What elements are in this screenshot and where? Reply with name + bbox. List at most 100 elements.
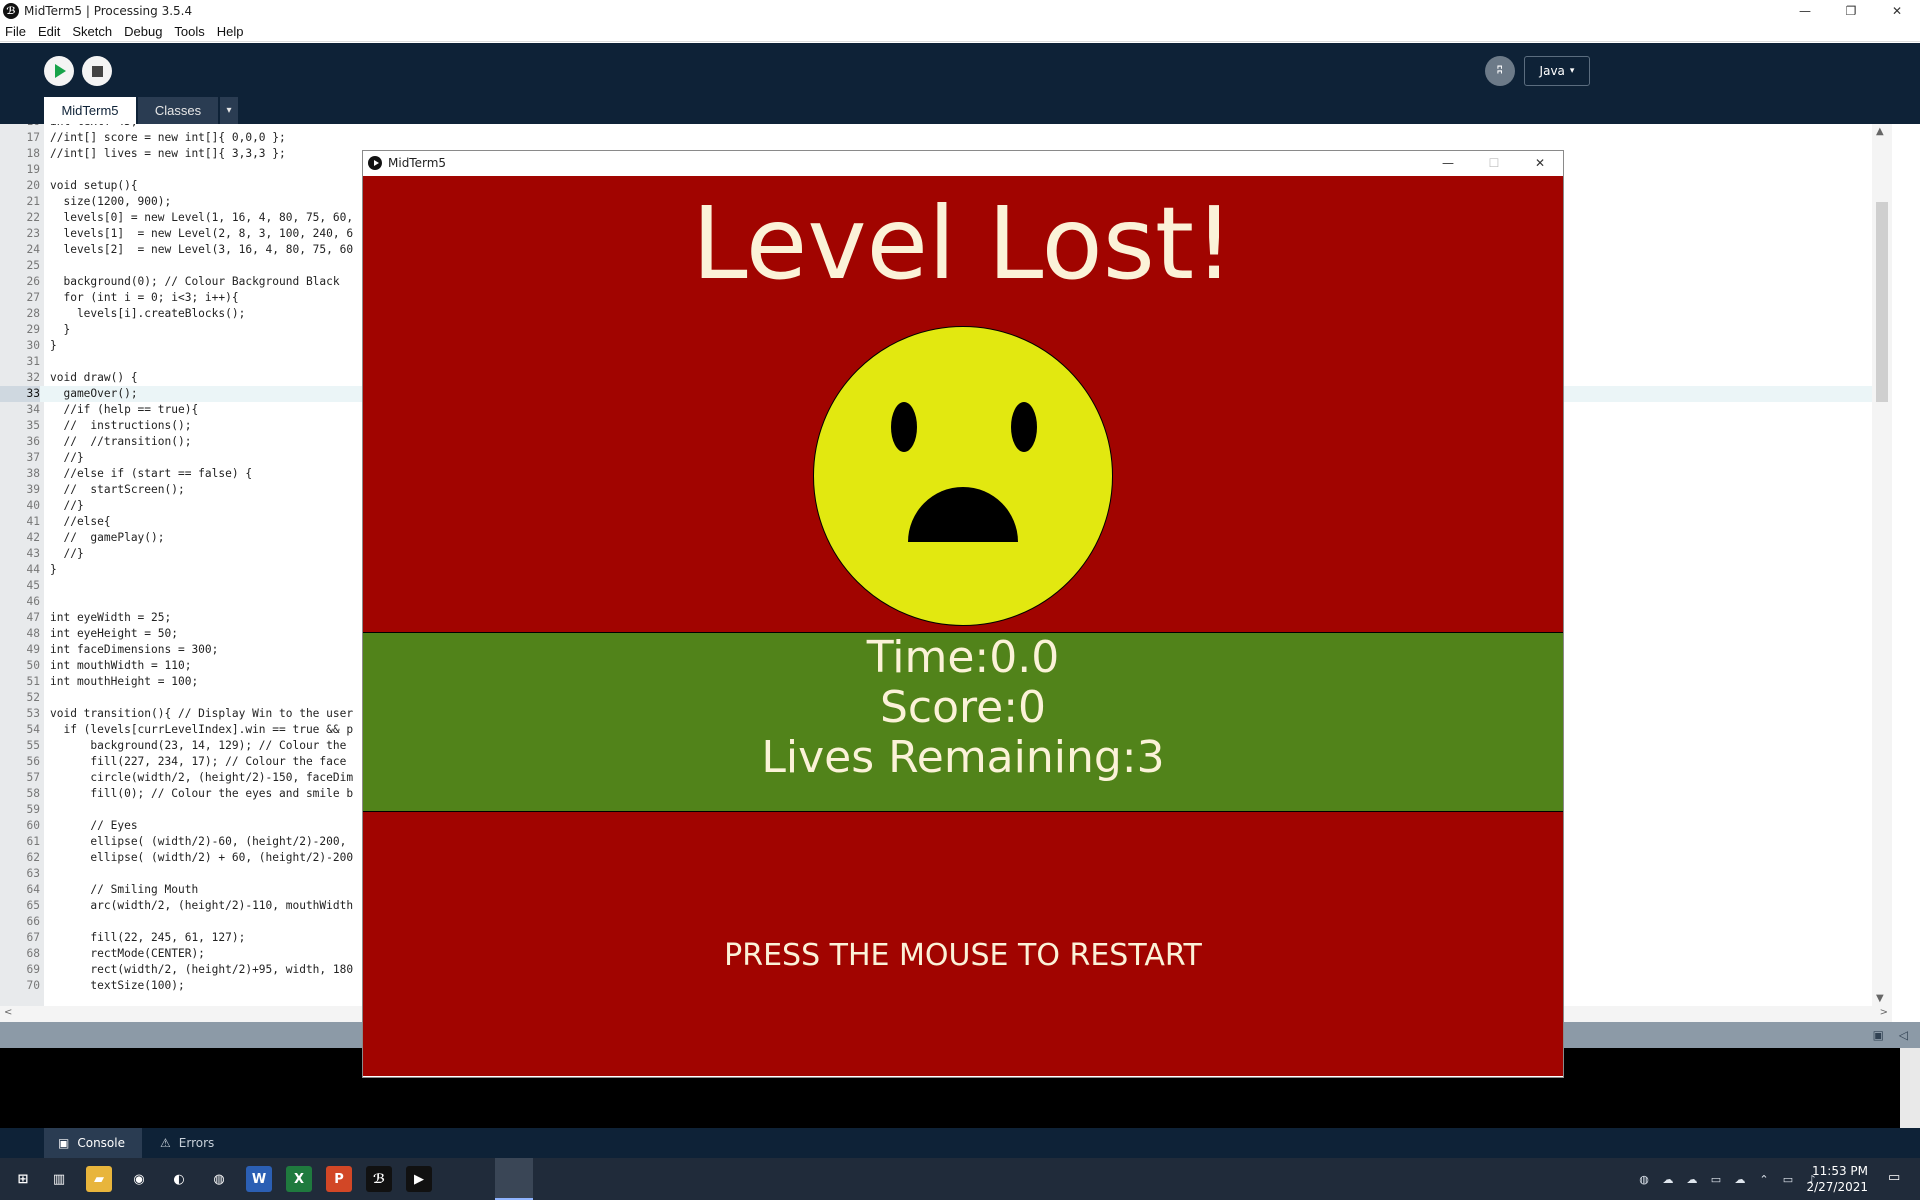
chevron-down-icon: ▾ bbox=[1569, 66, 1575, 76]
menu-edit[interactable]: Edit bbox=[30, 24, 64, 39]
line-number: 28 bbox=[26, 307, 40, 320]
time-text: Time:0.0 bbox=[866, 632, 1060, 683]
console-footer: ▣ Console ⚠ Errors bbox=[0, 1128, 1920, 1158]
line-number: 45 bbox=[26, 579, 40, 592]
line-number: 59 bbox=[26, 803, 40, 816]
frowning-mouth bbox=[908, 487, 1018, 542]
code-text: fill(227, 234, 17); // Colour the face bbox=[50, 755, 347, 768]
sketch-close-button[interactable]: ✕ bbox=[1517, 151, 1563, 175]
line-number: 34 bbox=[26, 403, 40, 416]
sketch-maximize-button[interactable]: ☐ bbox=[1471, 151, 1517, 175]
code-text: for (int i = 0; i<3; i++){ bbox=[50, 291, 239, 304]
editor-vertical-scrollbar[interactable]: ▲ ▼ bbox=[1872, 124, 1892, 1006]
tray-icon[interactable]: ⌃ bbox=[1756, 1171, 1772, 1187]
menu-sketch[interactable]: Sketch bbox=[64, 24, 116, 39]
console-icon: ▣ bbox=[58, 1136, 70, 1150]
scroll-right-icon[interactable]: > bbox=[1880, 1007, 1888, 1018]
run-button[interactable] bbox=[44, 56, 74, 86]
start-icon[interactable]: ⊞ bbox=[10, 1166, 36, 1192]
tab-console[interactable]: ▣ Console bbox=[44, 1128, 142, 1158]
clock-date: 2/27/2021 bbox=[1806, 1180, 1868, 1194]
line-number: 42 bbox=[26, 531, 40, 544]
errors-tab-label: Errors bbox=[178, 1136, 215, 1150]
line-number: 46 bbox=[26, 595, 40, 608]
word-icon[interactable]: W bbox=[246, 1166, 272, 1192]
code-text: void transition(){ // Display Win to the… bbox=[50, 707, 354, 720]
line-number: 65 bbox=[26, 899, 40, 912]
sad-face bbox=[813, 326, 1113, 626]
firefox-icon[interactable]: ◍ bbox=[206, 1166, 232, 1192]
notification-icon[interactable]: ▭ bbox=[1888, 1170, 1906, 1188]
line-number: 22 bbox=[26, 211, 40, 224]
debugger-button[interactable]: ʭ bbox=[1485, 56, 1515, 86]
code-text: ellipse( (width/2)-60, (height/2)-200, bbox=[50, 835, 347, 848]
code-text: levels[i].createBlocks(); bbox=[50, 307, 246, 320]
scroll-down-icon[interactable]: ▼ bbox=[1876, 993, 1884, 1004]
tab-errors[interactable]: ⚠ Errors bbox=[146, 1128, 242, 1158]
console-scrollbar[interactable] bbox=[1900, 1048, 1920, 1128]
line-number: 52 bbox=[26, 691, 40, 704]
tray-icon[interactable]: ☁ bbox=[1684, 1171, 1700, 1187]
processing-icon[interactable]: ℬ bbox=[366, 1166, 392, 1192]
windows-taskbar: ⊞ ▥ ▰ ◉ ◐ ◍ W X P ℬ ▶ ◍ ☁ ☁ ▭ ☁ ⌃ ▭ ♪ 11:53 PM 2/27/2021 … bbox=[0, 1158, 1920, 1200]
restore-button[interactable]: ❐ bbox=[1828, 0, 1874, 22]
tray-icon[interactable]: ◍ bbox=[1636, 1171, 1652, 1187]
line-number: 66 bbox=[26, 915, 40, 928]
file-explorer-icon[interactable]: ▰ bbox=[86, 1166, 112, 1192]
code-text: } bbox=[50, 339, 57, 352]
tray-icon[interactable]: ▭ bbox=[1780, 1171, 1796, 1187]
edge-icon[interactable]: ◐ bbox=[166, 1166, 192, 1192]
collapse-icon[interactable]: ◁ bbox=[1899, 1028, 1908, 1042]
tool-icon[interactable]: ▣ bbox=[1873, 1028, 1884, 1042]
menu-file[interactable]: File bbox=[0, 24, 30, 39]
sketch-titlebar[interactable]: MidTerm5 — ☐ ✕ bbox=[363, 151, 1563, 175]
code-text: int eyeHeight = 50; bbox=[50, 627, 178, 640]
scrollbar-thumb[interactable] bbox=[1876, 202, 1888, 402]
menu-help[interactable]: Help bbox=[209, 24, 248, 39]
chrome-icon[interactable]: ◉ bbox=[126, 1166, 152, 1192]
editor-tabs: MidTerm5 Classes ▾ bbox=[0, 97, 1920, 124]
tray-icon[interactable]: ☁ bbox=[1660, 1171, 1676, 1187]
line-number: 60 bbox=[26, 819, 40, 832]
line-number: 20 bbox=[26, 179, 40, 192]
line-number: 23 bbox=[26, 227, 40, 240]
stop-button[interactable] bbox=[82, 56, 112, 86]
code-text: if (levels[currLevelIndex].win == true &… bbox=[50, 723, 354, 736]
menu-debug[interactable]: Debug bbox=[116, 24, 166, 39]
sketch-app-icon bbox=[368, 156, 382, 170]
scroll-up-icon[interactable]: ▲ bbox=[1876, 126, 1884, 137]
mode-selector[interactable]: Java ▾ bbox=[1524, 56, 1590, 86]
sketch-minimize-button[interactable]: — bbox=[1425, 151, 1471, 175]
line-number: 35 bbox=[26, 419, 40, 432]
line-number: 40 bbox=[26, 499, 40, 512]
line-number: 48 bbox=[26, 627, 40, 640]
code-text: int mouthWidth = 110; bbox=[50, 659, 192, 672]
close-button[interactable]: ✕ bbox=[1874, 0, 1920, 22]
line-number: 67 bbox=[26, 931, 40, 944]
tray-icon[interactable]: ▭ bbox=[1708, 1171, 1724, 1187]
code-text: textSize(100); bbox=[50, 979, 185, 992]
tab-classes[interactable]: Classes bbox=[138, 97, 218, 124]
minimize-button[interactable]: — bbox=[1782, 0, 1828, 22]
line-number: 33 bbox=[0, 386, 40, 402]
tab-menu-button[interactable]: ▾ bbox=[220, 97, 238, 124]
scroll-left-icon[interactable]: < bbox=[4, 1007, 12, 1018]
code-text: // Eyes bbox=[50, 819, 138, 832]
taskbar-clock[interactable]: 11:53 PM 2/27/2021 bbox=[1800, 1163, 1868, 1195]
excel-icon[interactable]: X bbox=[286, 1166, 312, 1192]
line-number: 58 bbox=[26, 787, 40, 800]
sketch-window[interactable]: MidTerm5 — ☐ ✕ Level Lost! Time:0.0 Scor… bbox=[362, 150, 1564, 1078]
menu-tools[interactable]: Tools bbox=[166, 24, 208, 39]
warning-icon: ⚠ bbox=[160, 1136, 171, 1150]
code-text: gameOver(); bbox=[50, 387, 138, 400]
code-line[interactable]: 17 //int[] score = new int[]{ 0,0,0 }; bbox=[0, 130, 1892, 146]
powerpoint-icon[interactable]: P bbox=[326, 1166, 352, 1192]
tray-icon[interactable]: ☁ bbox=[1732, 1171, 1748, 1187]
stop-icon bbox=[91, 65, 103, 77]
sketch-canvas[interactable]: Level Lost! Time:0.0 Score:0 Lives Remai… bbox=[363, 176, 1563, 1076]
sketch-run-icon[interactable]: ▶ bbox=[406, 1166, 432, 1192]
tab-midterm5[interactable]: MidTerm5 bbox=[44, 97, 136, 124]
line-number: 30 bbox=[26, 339, 40, 352]
task-view-icon[interactable]: ▥ bbox=[46, 1166, 72, 1192]
code-text: // startScreen(); bbox=[50, 483, 185, 496]
